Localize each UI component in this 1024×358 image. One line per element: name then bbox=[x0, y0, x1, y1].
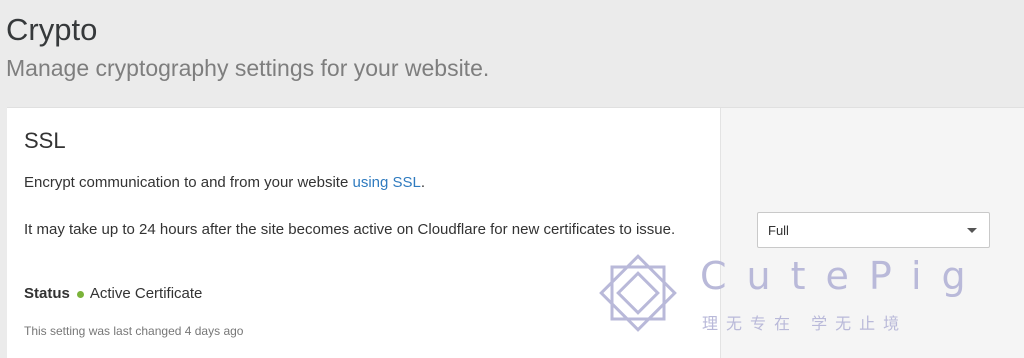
chevron-down-icon bbox=[967, 228, 977, 233]
ssl-setting-card: SSL Encrypt communication to and from yo… bbox=[7, 107, 1024, 358]
card-title: SSL bbox=[24, 128, 66, 153]
ssl-mode-selected-value: Full bbox=[768, 222, 789, 238]
status-value: Active Certificate bbox=[89, 285, 203, 302]
description-end: . bbox=[420, 174, 426, 191]
last-changed-text: This setting was last changed 4 days ago bbox=[24, 324, 244, 338]
description-text: Encrypt communication to and from your w… bbox=[24, 174, 353, 191]
status-label: Status bbox=[24, 285, 70, 302]
ssl-card-main: SSL Encrypt communication to and from yo… bbox=[7, 108, 721, 358]
ssl-mode-select[interactable]: Full bbox=[757, 212, 990, 248]
page-subtitle: Manage cryptography settings for your we… bbox=[6, 55, 490, 81]
status-row: Status Active Certificate bbox=[24, 283, 202, 305]
page-title: Crypto bbox=[6, 12, 98, 47]
card-description: Encrypt communication to and from your w… bbox=[24, 172, 425, 194]
using-ssl-link[interactable]: using SSL bbox=[352, 174, 420, 191]
certificate-note: It may take up to 24 hours after the sit… bbox=[24, 221, 676, 238]
page-header: Crypto Manage cryptography settings for … bbox=[6, 10, 489, 83]
status-dot-icon bbox=[76, 290, 84, 298]
